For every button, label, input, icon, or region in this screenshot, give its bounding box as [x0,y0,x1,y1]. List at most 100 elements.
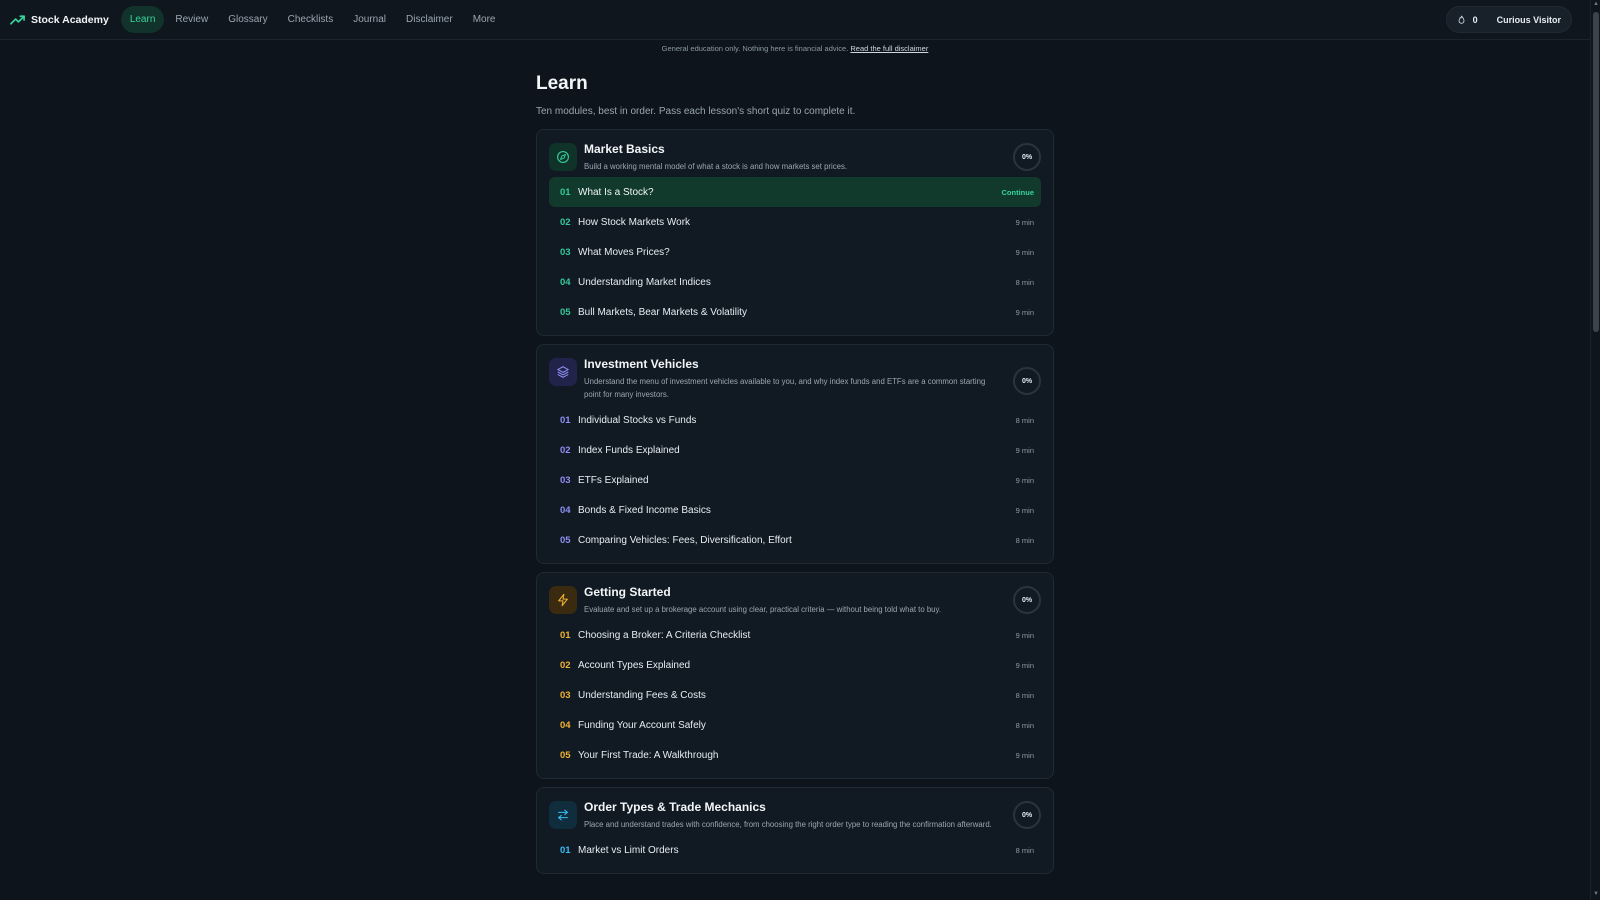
lesson-title: What Is a Stock? [578,186,654,198]
nav-item-more[interactable]: More [464,6,505,33]
lesson-number: 02 [560,444,571,456]
lesson-title: Bonds & Fixed Income Basics [578,504,711,516]
lesson-duration: 8 min [1015,720,1034,730]
lesson-row[interactable]: 01 Choosing a Broker: A Criteria Checkli… [549,620,1041,650]
lesson-title: Funding Your Account Safely [578,719,706,731]
scroll-up-icon[interactable]: ▲ [1592,1,1600,9]
lesson-title: Bull Markets, Bear Markets & Volatility [578,306,747,318]
module-card-getting-started: Getting Started Evaluate and set up a br… [536,572,1054,779]
lesson-number: 05 [560,306,571,318]
lesson-title: Individual Stocks vs Funds [578,414,697,426]
lesson-title: Understanding Market Indices [578,276,711,288]
lesson-row[interactable]: 04 Understanding Market Indices 8 min [549,267,1041,297]
user-menu-button[interactable]: 0 Curious Visitor [1445,6,1572,33]
nav-item-journal[interactable]: Journal [344,6,395,33]
flame-icon [1458,15,1465,24]
lesson-number: 03 [560,474,571,486]
lesson-duration: 8 min [1015,415,1034,425]
lesson-number: 02 [560,659,571,671]
brand-logo[interactable]: Stock Academy [10,14,109,26]
lesson-row[interactable]: 04 Funding Your Account Safely 8 min [549,710,1041,740]
nav-item-learn[interactable]: Learn [120,6,165,33]
lesson-row[interactable]: 03 Understanding Fees & Costs 8 min [549,680,1041,710]
lesson-duration: 8 min [1015,277,1034,287]
lesson-row[interactable]: 02 Account Types Explained 9 min [549,650,1041,680]
brand-name: Stock Academy [31,13,109,26]
lesson-duration: 9 min [1015,630,1034,640]
lesson-number: 01 [560,629,571,641]
module-title[interactable]: Order Types & Trade Mechanics [584,800,993,814]
lesson-duration: 9 min [1015,445,1034,455]
lesson-title: Index Funds Explained [578,444,680,456]
compass-icon [549,143,577,171]
module-title[interactable]: Getting Started [584,585,993,599]
lesson-row[interactable]: 01 What Is a Stock? Continue [549,177,1041,207]
nav-item-review[interactable]: Review [166,6,217,33]
module-progress: 0% [1013,801,1041,829]
module-description: Build a working mental model of what a s… [584,162,848,171]
nav-item-glossary[interactable]: Glossary [219,6,276,33]
continue-link[interactable]: Continue [1002,188,1035,197]
lesson-row[interactable]: 05 Comparing Vehicles: Fees, Diversifica… [549,525,1041,555]
swap-icon [549,801,577,829]
module-progress: 0% [1013,586,1041,614]
page-scrollbar[interactable]: ▲ ▼ [1590,0,1600,900]
lesson-duration: 8 min [1015,845,1034,855]
lesson-duration: 9 min [1015,505,1034,515]
module-progress: 0% [1013,143,1041,171]
lesson-number: 02 [560,216,571,228]
lesson-number: 05 [560,534,571,546]
lesson-number: 01 [560,414,571,426]
lesson-title: Your First Trade: A Walkthrough [578,749,719,761]
disclaimer-banner: General education only. Nothing here is … [0,44,1590,53]
nav-item-disclaimer[interactable]: Disclaimer [397,6,462,33]
disclaimer-text: General education only. Nothing here is … [661,44,849,53]
lesson-duration: 9 min [1015,750,1034,760]
module-title[interactable]: Investment Vehicles [584,357,993,371]
lesson-title: How Stock Markets Work [578,216,691,228]
module-title[interactable]: Market Basics [584,142,993,156]
lesson-row[interactable]: 05 Bull Markets, Bear Markets & Volatili… [549,297,1041,327]
lesson-number: 03 [560,246,571,258]
lesson-title: Market vs Limit Orders [578,844,679,856]
lesson-row[interactable]: 03 ETFs Explained 9 min [549,465,1041,495]
lesson-title: Account Types Explained [578,659,691,671]
lesson-duration: 8 min [1015,535,1034,545]
disclaimer-link[interactable]: Read the full disclaimer [850,44,928,53]
lesson-row[interactable]: 02 Index Funds Explained 9 min [549,435,1041,465]
lesson-row[interactable]: 01 Market vs Limit Orders 8 min [549,835,1041,865]
nav-item-checklists[interactable]: Checklists [279,6,343,33]
lesson-row[interactable]: 04 Bonds & Fixed Income Basics 9 min [549,495,1041,525]
lesson-row[interactable]: 01 Individual Stocks vs Funds 8 min [549,405,1041,435]
lesson-title: ETFs Explained [578,474,649,486]
module-card-investment-vehicles: Investment Vehicles Understand the menu … [536,344,1054,564]
lesson-duration: 9 min [1015,660,1034,670]
module-card-market-basics: Market Basics Build a working mental mod… [536,129,1054,336]
lesson-number: 04 [560,504,571,516]
module-description: Understand the menu of investment vehicl… [584,377,986,399]
lesson-row[interactable]: 03 What Moves Prices? 9 min [549,237,1041,267]
user-name: Curious Visitor [1496,14,1561,25]
scrollbar-thumb[interactable] [1593,12,1599,332]
lesson-title: Choosing a Broker: A Criteria Checklist [578,629,751,641]
lesson-number: 03 [560,689,571,701]
main-content: Learn Ten modules, best in order. Pass e… [536,73,1054,882]
lesson-number: 01 [560,844,571,856]
lesson-duration: 8 min [1015,690,1034,700]
lesson-number: 04 [560,276,571,288]
module-list: Market Basics Build a working mental mod… [536,129,1054,874]
lesson-row[interactable]: 02 How Stock Markets Work 9 min [549,207,1041,237]
module-description: Place and understand trades with confide… [584,820,992,829]
scroll-down-icon[interactable]: ▼ [1592,891,1600,899]
lesson-duration: 9 min [1015,217,1034,227]
lesson-duration: 9 min [1015,247,1034,257]
lesson-number: 01 [560,186,571,198]
lesson-title: Understanding Fees & Costs [578,689,706,701]
lesson-title: What Moves Prices? [578,246,670,258]
module-card-order-types: Order Types & Trade Mechanics Place and … [536,787,1054,874]
lesson-row[interactable]: 05 Your First Trade: A Walkthrough 9 min [549,740,1041,770]
lesson-title: Comparing Vehicles: Fees, Diversificatio… [578,534,792,546]
layers-icon [549,358,577,386]
module-progress: 0% [1013,367,1041,395]
streak-count: 0 [1472,14,1478,25]
